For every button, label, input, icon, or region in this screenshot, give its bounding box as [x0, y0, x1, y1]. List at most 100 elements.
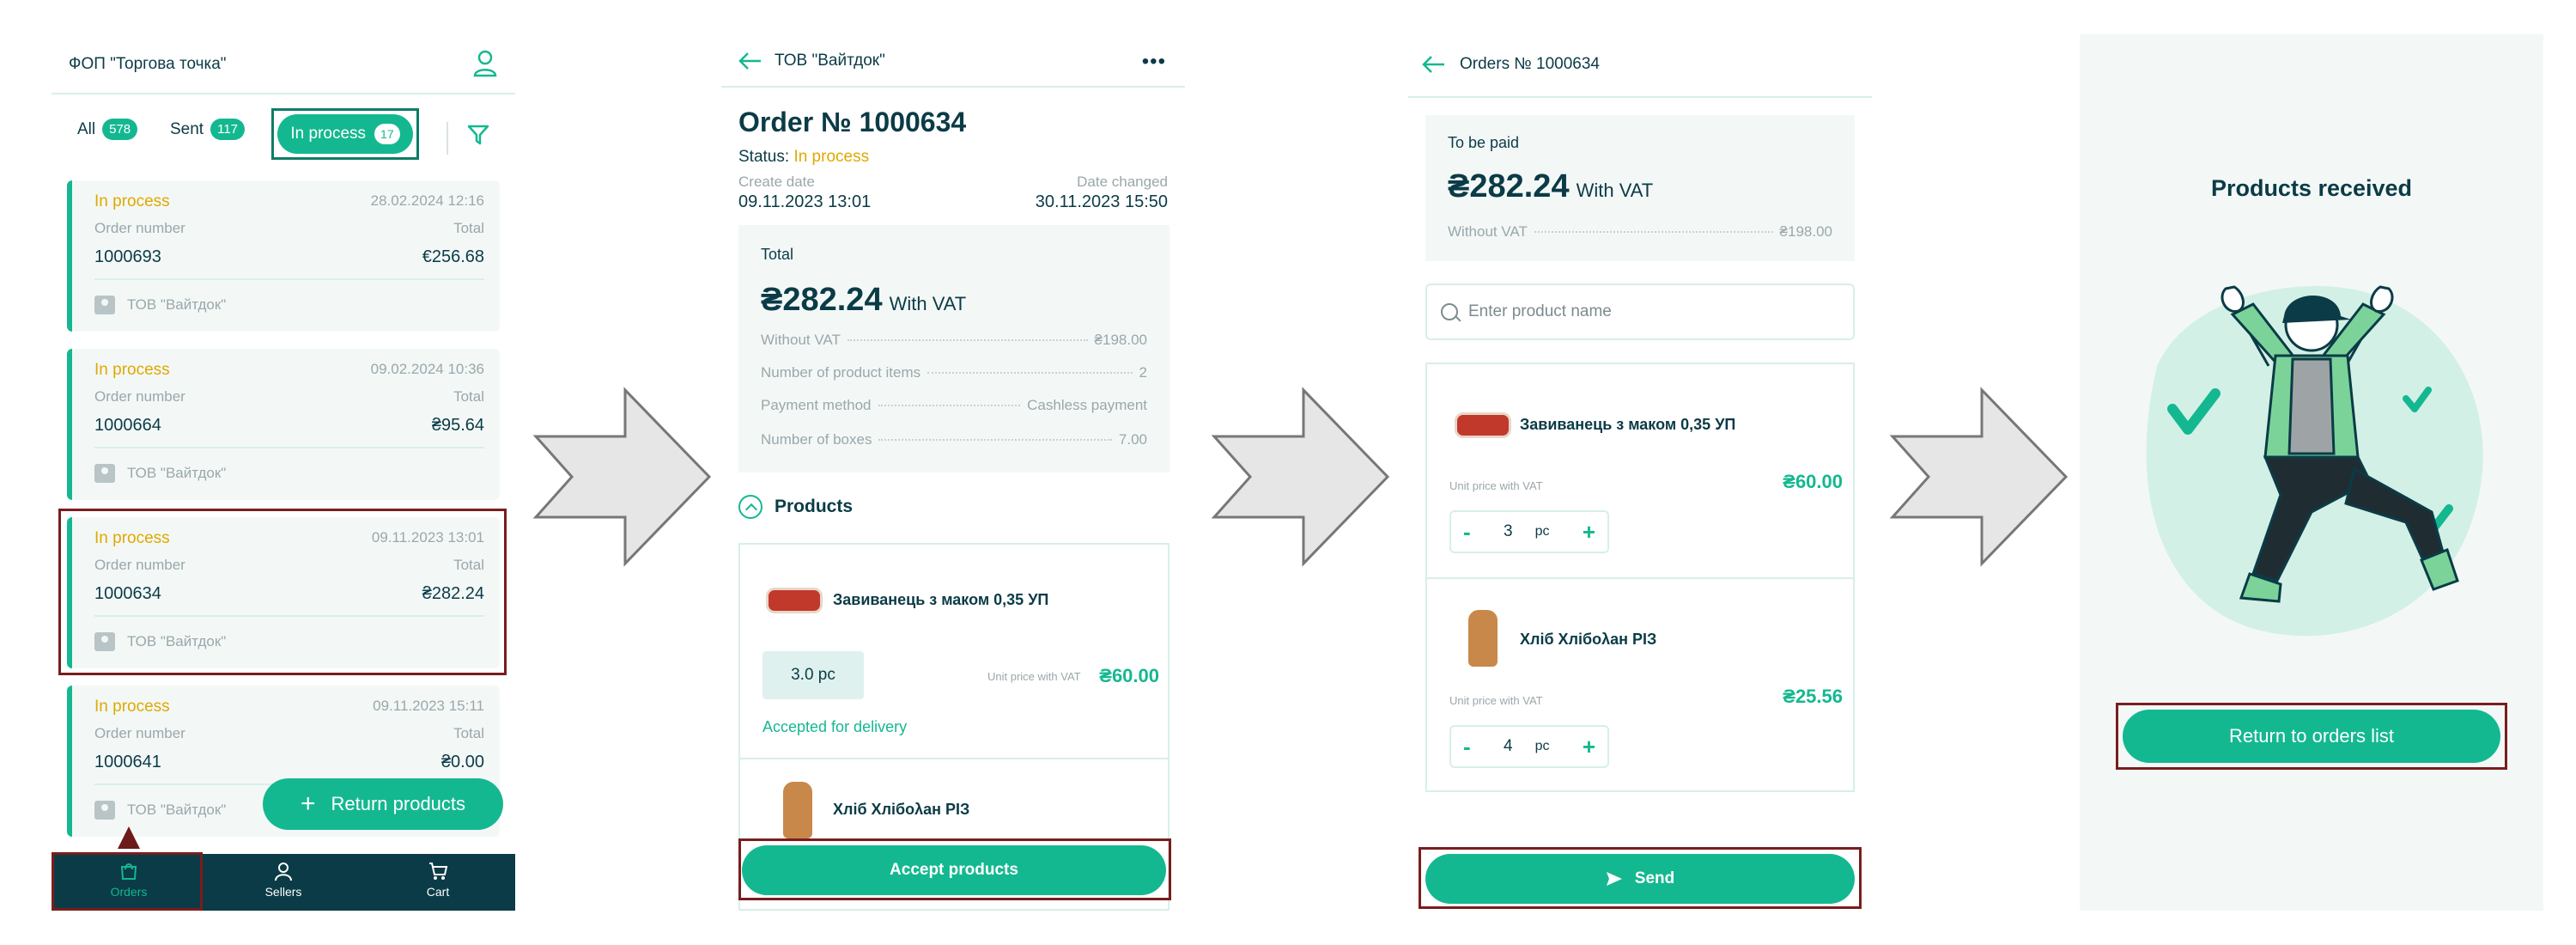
- nav-cart[interactable]: Cart: [386, 861, 489, 899]
- highlight-frame: [2116, 703, 2507, 770]
- product-name: Хліб Хлібολан РІЗ: [1520, 631, 1657, 648]
- vat-note: With VAT: [1576, 180, 1654, 201]
- order-card[interactable]: In process 28.02.2024 12:16 Order number…: [67, 180, 500, 332]
- nav-label: Sellers: [264, 885, 302, 899]
- unit-price: ₴60.00: [1099, 665, 1159, 686]
- product-image: [1455, 412, 1511, 438]
- increase-button[interactable]: +: [1583, 519, 1595, 546]
- seller-title: ТОВ "Вайтдок": [775, 52, 885, 70]
- products-received-screen: Products received Return to orders list: [2080, 34, 2543, 911]
- tab-sent[interactable]: Sent 117: [170, 119, 246, 140]
- order-date: 09.11.2023 15:11: [373, 698, 484, 714]
- product-list: Завиванець з маком 0,35 УП Unit price wi…: [1425, 363, 1855, 792]
- order-total: ₴95.64: [431, 416, 484, 435]
- order-date: 09.02.2024 10:36: [370, 361, 484, 377]
- tab-in-process[interactable]: In process 17: [271, 108, 419, 160]
- quantity-value: 3 pc: [1504, 522, 1549, 541]
- count-badge: 17: [374, 124, 400, 144]
- date-changed-value: 30.11.2023 15:50: [1035, 192, 1168, 211]
- summary-row: Without VAT ₴198.00: [1448, 223, 1832, 241]
- page-title: Products received: [2210, 175, 2413, 201]
- seller-icon: [94, 464, 115, 483]
- create-date-value: 09.11.2023 13:01: [738, 192, 872, 211]
- order-number: 1000641: [94, 753, 161, 771]
- screen-header: ФОП "Торгова точка": [52, 34, 515, 94]
- screen-header: Orders № 1000634: [1408, 34, 1872, 98]
- flow-arrow: [1211, 387, 1391, 567]
- product-image: [766, 588, 823, 613]
- row-label: Without VAT: [1448, 223, 1528, 240]
- order-tabs: All 578 Sent 117 In process 17: [52, 94, 515, 168]
- flow-arrow: [532, 387, 713, 567]
- unit-price-label: Unit price with VAT: [987, 670, 1081, 683]
- delivery-note: Accepted for delivery: [762, 718, 908, 735]
- highlight-frame: [738, 838, 1171, 900]
- order-seller: ТОВ "Вайтдок": [94, 464, 226, 483]
- highlight-frame: [52, 852, 203, 911]
- seller-icon: [94, 296, 115, 314]
- back-arrow-icon[interactable]: [738, 52, 762, 70]
- return-products-button[interactable]: + Return products: [263, 778, 503, 830]
- order-total-label: Total: [453, 725, 484, 741]
- order-title: Order № 1000634: [738, 107, 967, 137]
- nav-sellers[interactable]: Sellers: [232, 861, 335, 899]
- row-label: Payment method: [761, 397, 872, 413]
- more-icon[interactable]: •••: [1142, 50, 1166, 74]
- back-arrow-icon[interactable]: [1422, 55, 1446, 74]
- button-label: Return products: [331, 793, 466, 814]
- nav-label: Cart: [426, 885, 450, 899]
- row-value: 2: [1139, 364, 1147, 381]
- row-label: Number of boxes: [761, 431, 872, 448]
- user-icon[interactable]: [472, 48, 498, 77]
- search-input[interactable]: Enter product name: [1425, 284, 1855, 340]
- quantity-stepper[interactable]: - 4 pc +: [1449, 725, 1609, 768]
- row-value: ₴198.00: [1779, 223, 1832, 240]
- total-value: ₴282.24: [761, 282, 883, 318]
- count-badge: 578: [102, 119, 138, 140]
- unit-price-label: Unit price with VAT: [1449, 479, 1543, 492]
- seller-name: ТОВ "Вайтдок": [127, 296, 227, 313]
- products-toggle[interactable]: Products: [738, 495, 853, 519]
- order-status: In process: [94, 698, 170, 716]
- quantity-unit: pc: [1534, 739, 1550, 753]
- order-status: In process: [94, 361, 170, 379]
- unit-price: ₴60.00: [1783, 471, 1843, 492]
- product-name: Хліб Хлібολан РІЗ: [833, 801, 970, 818]
- order-seller: ТОВ "Вайтдок": [94, 801, 226, 820]
- order-number: 1000693: [94, 247, 161, 266]
- filter-icon[interactable]: [467, 124, 489, 146]
- unit-price-label: Unit price with VAT: [1449, 694, 1543, 707]
- to-be-paid-label: To be paid: [1448, 134, 1520, 151]
- divider: [94, 278, 484, 280]
- flow-arrow: [1889, 387, 2069, 567]
- quantity-value: 4 pc: [1504, 737, 1549, 756]
- order-total: €256.68: [422, 247, 484, 266]
- increase-button[interactable]: +: [1583, 734, 1595, 760]
- row-label: Without VAT: [761, 332, 841, 348]
- order-number-label: Order number: [94, 220, 185, 236]
- search-placeholder: Enter product name: [1468, 302, 1612, 320]
- quantity-stepper[interactable]: - 3 pc +: [1449, 510, 1609, 553]
- order-card[interactable]: In process 09.02.2024 10:36 Order number…: [67, 349, 500, 500]
- seller-icon: [94, 801, 115, 820]
- screen-header: ТОВ "Вайтдок" •••: [721, 34, 1185, 88]
- tab-all[interactable]: All 578: [77, 119, 138, 140]
- row-value: 7.00: [1118, 431, 1147, 448]
- decrease-button[interactable]: -: [1463, 519, 1471, 546]
- product-image: [783, 782, 812, 838]
- order-status: Status: In process: [738, 148, 869, 167]
- vat-note: With VAT: [889, 293, 967, 314]
- summary-row: Without VAT ₴198.00: [761, 332, 1147, 349]
- chevron-up-icon: [738, 495, 762, 519]
- pointer-marker: [118, 826, 140, 849]
- divider: [447, 122, 448, 155]
- to-be-paid-amount: ₴282.24 With VAT: [1448, 168, 1653, 205]
- divider: [1427, 577, 1853, 579]
- seller-name: ТОВ "Вайтдок": [127, 465, 227, 481]
- order-status: In process: [94, 192, 170, 210]
- order-total: ₴0.00: [440, 753, 484, 771]
- product-quantity: 3.0 pc: [762, 651, 864, 699]
- tab-label: In process: [290, 125, 367, 143]
- quantity-number: 4: [1504, 737, 1513, 755]
- decrease-button[interactable]: -: [1463, 734, 1471, 760]
